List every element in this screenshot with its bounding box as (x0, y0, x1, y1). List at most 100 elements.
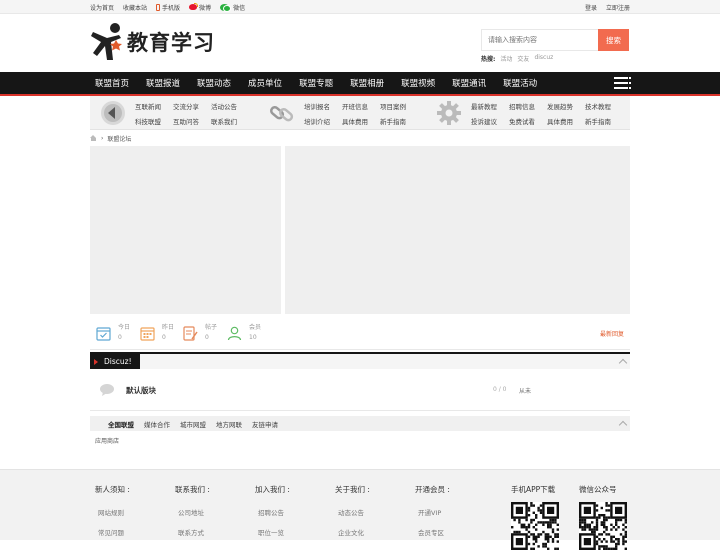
search-input[interactable] (481, 29, 598, 51)
footer-link[interactable]: 会员专区 (418, 529, 444, 537)
stat-value: 0 (162, 334, 166, 341)
bookmark-link[interactable]: 收藏本站 (123, 3, 147, 12)
sub-link[interactable]: 项目案例 (380, 101, 406, 111)
tab-national-alliance[interactable]: 全国联盟 (108, 419, 134, 429)
forum-stats: 今日 0 昨日 0 帖子 0 会员 10 最新回复 (90, 314, 630, 350)
breadcrumb-current[interactable]: 联盟论坛 (107, 134, 131, 143)
footer-col-about: 关于我们 : 动态公告 企业文化 (335, 484, 395, 547)
calendar-check-icon (96, 326, 111, 341)
forum-name[interactable]: 默认版块 (126, 385, 156, 396)
mobile-label: 手机版 (162, 4, 181, 12)
sub-nav: 互联新闻 交流分享 活动公告 科技联盟 互助问答 联系我们 培训报名 开班信息 … (90, 96, 630, 130)
sub-link[interactable]: 免费试看 (509, 116, 535, 126)
sub-link[interactable]: 培训报名 (304, 101, 330, 111)
stat-label: 今日 (118, 324, 131, 331)
home-icon[interactable] (90, 135, 97, 141)
sub-link[interactable]: 具体费用 (547, 116, 573, 126)
wechat-link[interactable]: 微信 (220, 3, 245, 12)
hot-label: 热搜: (481, 56, 496, 63)
login-link[interactable]: 登录 (585, 3, 597, 12)
sub-group-news: 互联新闻 交流分享 活动公告 科技联盟 互助问答 联系我们 (100, 96, 237, 130)
nav-item[interactable]: 联盟视频 (401, 77, 435, 89)
slide-right[interactable] (285, 146, 630, 314)
register-link[interactable]: 立即注册 (606, 3, 630, 12)
sub-link[interactable]: 新手指南 (585, 116, 611, 126)
search-button[interactable]: 搜索 (598, 29, 629, 51)
menu-icon[interactable] (614, 76, 631, 90)
post-edit-icon (183, 325, 198, 341)
footer-link[interactable]: 企业文化 (338, 529, 364, 537)
sub-link[interactable]: 培训介绍 (304, 116, 330, 126)
collapse-icon[interactable] (619, 421, 626, 426)
tab-city[interactable]: 城市网盟 (180, 419, 206, 429)
nav-item[interactable]: 联盟专题 (299, 77, 333, 89)
footer-link[interactable]: 招聘公告 (258, 509, 284, 517)
sub-link[interactable]: 联系我们 (211, 116, 237, 126)
nav-item[interactable]: 联盟通讯 (452, 77, 486, 89)
calendar-icon (140, 326, 155, 341)
hot-word[interactable]: 活动 (500, 54, 512, 63)
sub-group-training: 培训报名 开班信息 项目案例 培训介绍 具体费用 新手指南 (269, 96, 406, 130)
tab-apply-link[interactable]: 友链申请 (252, 419, 278, 429)
stat-label: 昨日 (162, 324, 175, 331)
footer-link[interactable]: 联系方式 (178, 529, 204, 537)
category-title[interactable]: Discuz! (90, 354, 140, 369)
stat-members: 会员 10 (227, 323, 261, 343)
footer-link[interactable]: 职位一览 (258, 529, 284, 537)
phone-icon (156, 3, 161, 11)
footer-col-title: 开通会员 : (415, 485, 450, 494)
stat-value: 10 (249, 334, 257, 341)
sub-link[interactable]: 招聘信息 (509, 101, 535, 111)
mobile-link[interactable]: 手机版 (156, 3, 180, 12)
sub-link[interactable]: 具体费用 (342, 116, 368, 126)
footer-link[interactable]: 开通VIP (418, 509, 441, 517)
nav-item[interactable]: 联盟首页 (95, 77, 129, 89)
sub-link[interactable]: 科技联盟 (135, 116, 161, 126)
footer-link[interactable]: 公司地址 (178, 509, 204, 517)
tab-media[interactable]: 媒体合作 (144, 419, 170, 429)
nav-item[interactable]: 联盟报道 (146, 77, 180, 89)
slide-left[interactable] (90, 146, 281, 314)
footer-col-title: 新人须知 : (95, 485, 130, 494)
hot-word[interactable]: discuz (534, 54, 553, 63)
hot-word[interactable]: 交友 (517, 54, 529, 63)
footer-col-title: 联系我们 : (175, 485, 210, 494)
footer-link[interactable]: 动态公告 (338, 509, 364, 517)
sub-link[interactable]: 投诉建议 (471, 116, 497, 126)
footer-link[interactable]: 常见问题 (98, 529, 124, 537)
footer-col-title: 关于我们 : (335, 485, 370, 494)
wechat-label: 微信 (233, 4, 246, 12)
friend-link[interactable]: 应用商店 (95, 438, 119, 445)
weibo-icon (189, 3, 199, 10)
speech-bubble-icon (100, 384, 114, 396)
sub-link[interactable]: 新手指南 (380, 116, 406, 126)
forum-row: 默认版块 0 / 0 从未 (90, 369, 630, 411)
nav-item[interactable]: 联盟动态 (197, 77, 231, 89)
nav-item[interactable]: 成员单位 (248, 77, 282, 89)
forum-last-post: 从未 (519, 388, 532, 395)
sub-link[interactable]: 活动公告 (211, 101, 237, 111)
wechat-qr-code (579, 502, 627, 550)
tab-local[interactable]: 地方网联 (216, 419, 242, 429)
sub-link[interactable]: 互助问答 (173, 116, 199, 126)
footer-col-join: 加入我们 : 招聘公告 职位一览 (255, 484, 315, 547)
sub-link[interactable]: 技术教程 (585, 101, 611, 111)
nav-item[interactable]: 联盟活动 (503, 77, 537, 89)
site-logo[interactable]: 教育学习 (91, 22, 215, 62)
sub-link[interactable]: 互联新闻 (135, 101, 161, 111)
footer-link[interactable]: 网站规则 (98, 509, 124, 517)
breadcrumb-separator: › (101, 134, 104, 142)
wechat-icon (220, 3, 232, 12)
sub-link[interactable]: 发展趋势 (547, 101, 573, 111)
footer-col-newbie: 新人须知 : 网站规则 常见问题 (95, 484, 155, 547)
sub-link[interactable]: 最新教程 (471, 101, 497, 111)
nav-item[interactable]: 联盟相册 (350, 77, 384, 89)
collapse-icon[interactable] (619, 359, 626, 364)
set-home-link[interactable]: 设为首页 (90, 3, 114, 12)
footer-col-vip: 开通会员 : 开通VIP 会员专区 (415, 484, 475, 547)
stat-posts: 帖子 0 (183, 323, 217, 343)
sub-link[interactable]: 开班信息 (342, 101, 368, 111)
weibo-link[interactable]: 微博 (189, 3, 211, 12)
sub-link[interactable]: 交流分享 (173, 101, 199, 111)
newest-reply-link[interactable]: 最新回复 (600, 329, 624, 338)
